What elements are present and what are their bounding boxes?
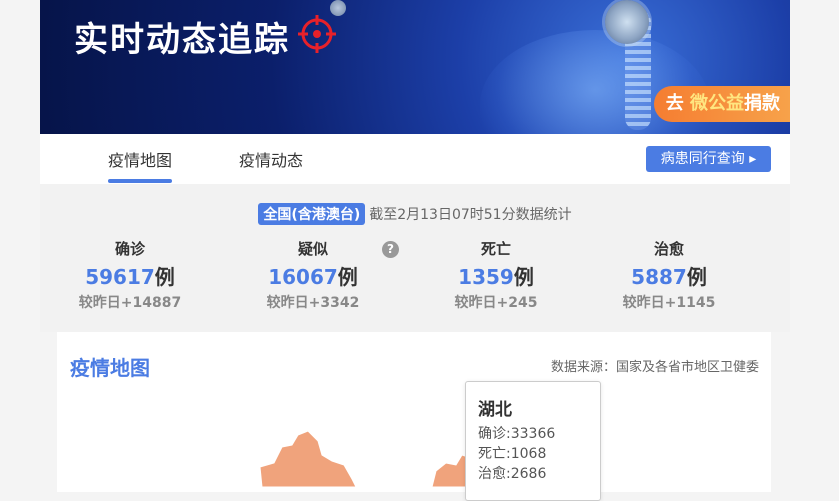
stat-delta: 较昨日+245	[454, 295, 538, 311]
stat-label: 治愈	[653, 240, 684, 258]
tab-epidemic-news[interactable]: 疫情动态	[239, 147, 303, 171]
tab-epidemic-map[interactable]: 疫情地图	[108, 147, 173, 183]
stat-unit: 例	[337, 265, 358, 289]
donate-prefix: 去	[665, 93, 684, 114]
stat-unit: 例	[154, 265, 175, 289]
banner: 实时动态追踪 去 微公益捐款	[40, 0, 790, 134]
stat-value: 1359	[458, 265, 514, 289]
map-province-xinjiang[interactable]	[252, 427, 362, 487]
donate-suffix: 捐款	[744, 93, 780, 114]
stat-unit: 例	[513, 265, 534, 289]
stat-delta: 较昨日+1145	[622, 295, 716, 311]
stat-value: 59617	[85, 265, 155, 289]
tooltip-confirmed: 确诊:33366	[478, 426, 556, 442]
stat-cured: 治愈 5887例 较昨日+1145	[589, 238, 749, 312]
target-icon	[298, 15, 336, 53]
summary-header: 全国(含港澳台) 截至2月13日07时51分数据统计	[40, 203, 790, 225]
donate-brand: 微公益	[690, 93, 744, 114]
map-source: 数据来源：国家及各省市地区卫健委	[550, 360, 759, 375]
summary-timestamp: 截至2月13日07时51分数据统计	[369, 207, 572, 223]
map-card: 疫情地图 数据来源：国家及各省市地区卫健委 湖北 确诊:33366 死亡:106…	[57, 332, 771, 501]
stat-confirmed: 确诊 59617例 较昨日+14887	[50, 238, 210, 312]
stat-value: 5887	[631, 265, 687, 289]
banner-title: 实时动态追踪	[74, 20, 290, 60]
tooltip-deaths: 死亡:1068	[478, 446, 547, 462]
map-title: 疫情地图	[70, 356, 150, 380]
donate-button[interactable]: 去 微公益捐款	[653, 86, 790, 122]
tab-bar: 疫情地图 疫情动态 病患同行查询 ▸	[40, 134, 790, 185]
stat-deaths: 死亡 1359例 较昨日+245	[416, 238, 576, 312]
tooltip-cured: 治愈:2686	[478, 466, 547, 482]
stat-value: 16067	[268, 265, 338, 289]
virus-illustration	[605, 0, 649, 44]
stat-suspected: 疑似 16067例 较昨日+3342	[233, 238, 393, 312]
scope-badge: 全国(含港澳台)	[258, 203, 366, 225]
stat-label: 确诊	[114, 240, 145, 258]
stat-delta: 较昨日+14887	[78, 295, 182, 311]
summary-panel: 全国(含港澳台) 截至2月13日07时51分数据统计 确诊 59617例 较昨日+…	[40, 184, 790, 332]
help-icon[interactable]: ?	[382, 241, 399, 258]
stat-delta: 较昨日+3342	[266, 295, 360, 311]
patient-trip-query-button[interactable]: 病患同行查询 ▸	[646, 146, 771, 172]
stat-unit: 例	[686, 265, 707, 289]
province-tooltip: 湖北 确诊:33366 死亡:1068 治愈:2686	[465, 381, 601, 501]
stat-label: 疑似	[297, 240, 328, 258]
tooltip-province: 湖北	[478, 400, 512, 420]
stat-label: 死亡	[480, 240, 511, 258]
